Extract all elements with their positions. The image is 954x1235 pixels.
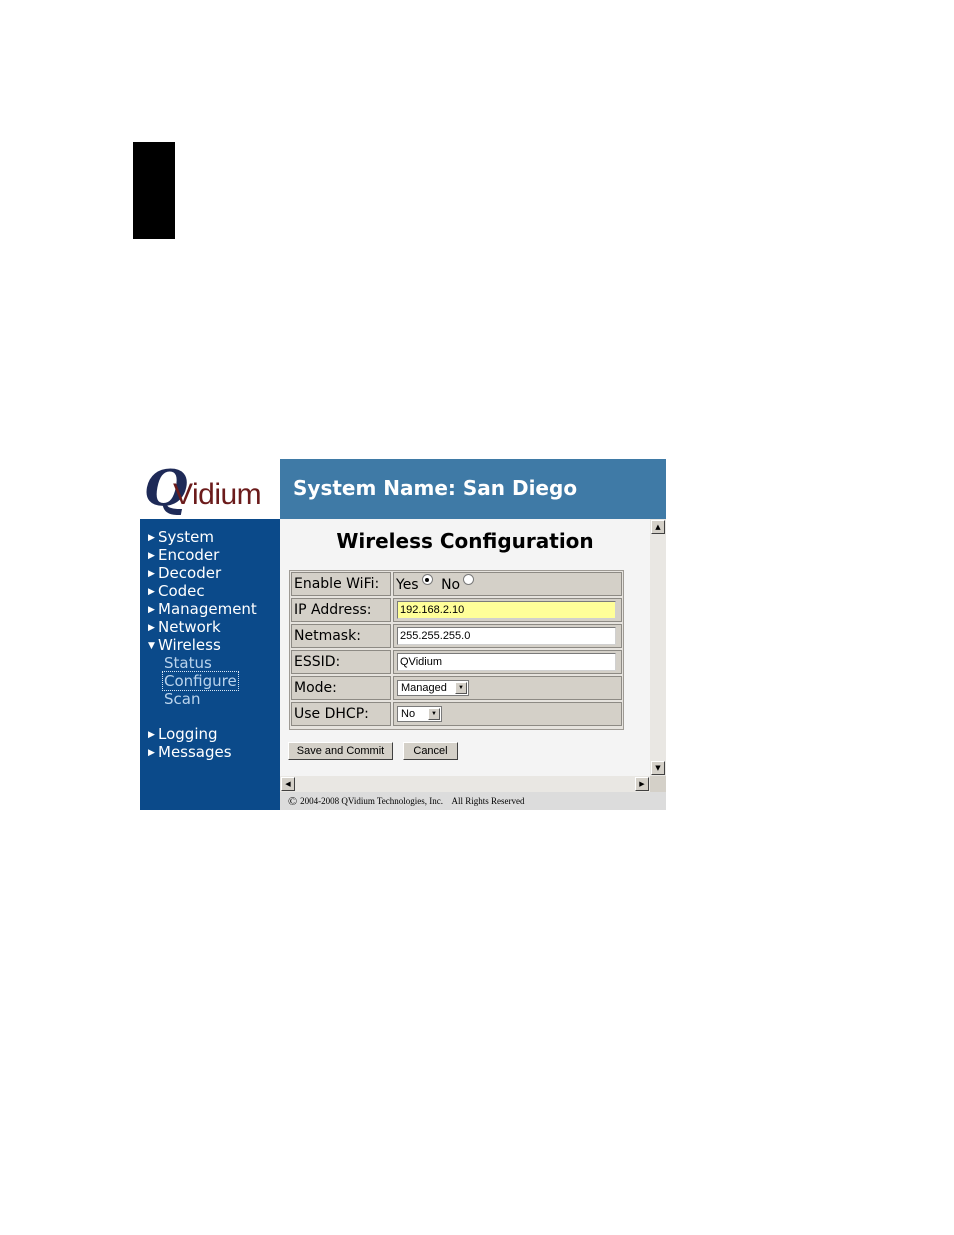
sidebar-nav: ▶ System ▶ Encoder ▶ Decoder ▶ Codec ▶ Manage… — [140, 519, 280, 810]
horizontal-scrollbar[interactable]: ◀ ▶ — [280, 776, 650, 792]
wifi-no-radio[interactable] — [463, 574, 475, 585]
triangle-right-icon: ▶ — [148, 605, 155, 615]
copyright-notice: © 2004-2008 QVidium Technologies, Inc. Al… — [288, 793, 525, 809]
vertical-scrollbar[interactable]: ▲ ▼ — [650, 519, 666, 776]
device-web-ui: Q Vidium System Name: San Diego ▶ System … — [140, 459, 666, 810]
essid-cell: QVidium — [393, 650, 622, 674]
triangle-right-icon: ▶ — [148, 533, 155, 543]
triangle-down-icon: ▼ — [148, 641, 155, 651]
scroll-right-icon[interactable]: ▶ — [635, 777, 649, 791]
essid-input[interactable]: QVidium — [397, 653, 616, 671]
use-dhcp-cell: No ▼ — [393, 702, 622, 726]
essid-label: ESSID: — [291, 650, 391, 674]
header-banner: System Name: San Diego — [280, 459, 666, 519]
logo: Q Vidium — [140, 459, 280, 519]
page-title: Wireless Configuration — [336, 529, 594, 553]
dropdown-arrow-icon[interactable]: ▼ — [455, 682, 467, 694]
scroll-down-icon[interactable]: ▼ — [651, 761, 665, 775]
triangle-right-icon: ▶ — [148, 748, 155, 758]
sidebar-item-messages[interactable]: ▶ Messages — [148, 743, 232, 762]
wifi-yes-radio[interactable] — [421, 574, 433, 585]
page-edge-tab — [133, 142, 175, 239]
triangle-right-icon: ▶ — [148, 569, 155, 579]
wireless-config-form: Enable WiFi: Yes No IP Address: 192.168.… — [289, 570, 624, 730]
triangle-right-icon: ▶ — [148, 587, 155, 597]
enable-wifi-options: Yes No — [396, 574, 478, 596]
sidebar-item-decoder[interactable]: ▶ Decoder — [148, 564, 221, 583]
triangle-right-icon: ▶ — [148, 730, 155, 740]
mode-select[interactable]: Managed ▼ — [397, 680, 469, 696]
sidebar-subitem-configure[interactable]: Configure — [162, 671, 239, 691]
sidebar-subitem-scan[interactable]: Scan — [164, 690, 200, 708]
scroll-left-icon[interactable]: ◀ — [281, 777, 295, 791]
scroll-up-icon[interactable]: ▲ — [651, 520, 665, 534]
system-name-title: System Name: San Diego — [293, 476, 578, 500]
wifi-yes-label: Yes — [396, 577, 419, 593]
mode-selected-value: Managed — [401, 682, 447, 694]
enable-wifi-label: Enable WiFi: — [291, 572, 391, 596]
mode-label: Mode: — [291, 676, 391, 700]
sidebar-item-management[interactable]: ▶ Management — [148, 600, 257, 619]
save-and-commit-button[interactable]: Save and Commit — [288, 742, 393, 760]
triangle-right-icon: ▶ — [148, 623, 155, 633]
ip-address-label: IP Address: — [291, 598, 391, 622]
ip-address-input[interactable]: 192.168.2.10 — [397, 601, 616, 619]
sidebar-item-system[interactable]: ▶ System — [148, 528, 214, 547]
cancel-button[interactable]: Cancel — [403, 742, 458, 760]
wifi-no-label: No — [441, 577, 461, 593]
sidebar-item-encoder[interactable]: ▶ Encoder — [148, 546, 219, 565]
sidebar-item-wireless[interactable]: ▼ Wireless — [148, 636, 221, 655]
footer: © 2004-2008 QVidium Technologies, Inc. Al… — [280, 792, 666, 810]
copyright-text: 2004-2008 QVidium Technologies, Inc. All… — [300, 796, 525, 806]
dropdown-arrow-icon[interactable]: ▼ — [428, 708, 440, 720]
copyright-icon: © — [288, 794, 298, 808]
scrollbar-corner — [650, 776, 666, 792]
use-dhcp-label: Use DHCP: — [291, 702, 391, 726]
netmask-label: Netmask: — [291, 624, 391, 648]
netmask-cell: 255.255.255.0 — [393, 624, 622, 648]
use-dhcp-select[interactable]: No ▼ — [397, 706, 442, 722]
sidebar-item-logging[interactable]: ▶ Logging — [148, 725, 218, 744]
ip-address-cell: 192.168.2.10 — [393, 598, 622, 622]
sidebar-item-codec[interactable]: ▶ Codec — [148, 582, 205, 601]
triangle-right-icon: ▶ — [148, 551, 155, 561]
sidebar-subitem-status[interactable]: Status — [164, 654, 212, 672]
enable-wifi-cell: Yes No — [393, 572, 622, 596]
netmask-input[interactable]: 255.255.255.0 — [397, 627, 616, 645]
mode-cell: Managed ▼ — [393, 676, 622, 700]
sidebar-item-network[interactable]: ▶ Network — [148, 618, 221, 637]
logo-wordmark: Vidium — [173, 478, 262, 511]
use-dhcp-selected-value: No — [401, 708, 416, 720]
content-pane: Wireless Configuration Enable WiFi: Yes … — [280, 519, 650, 776]
